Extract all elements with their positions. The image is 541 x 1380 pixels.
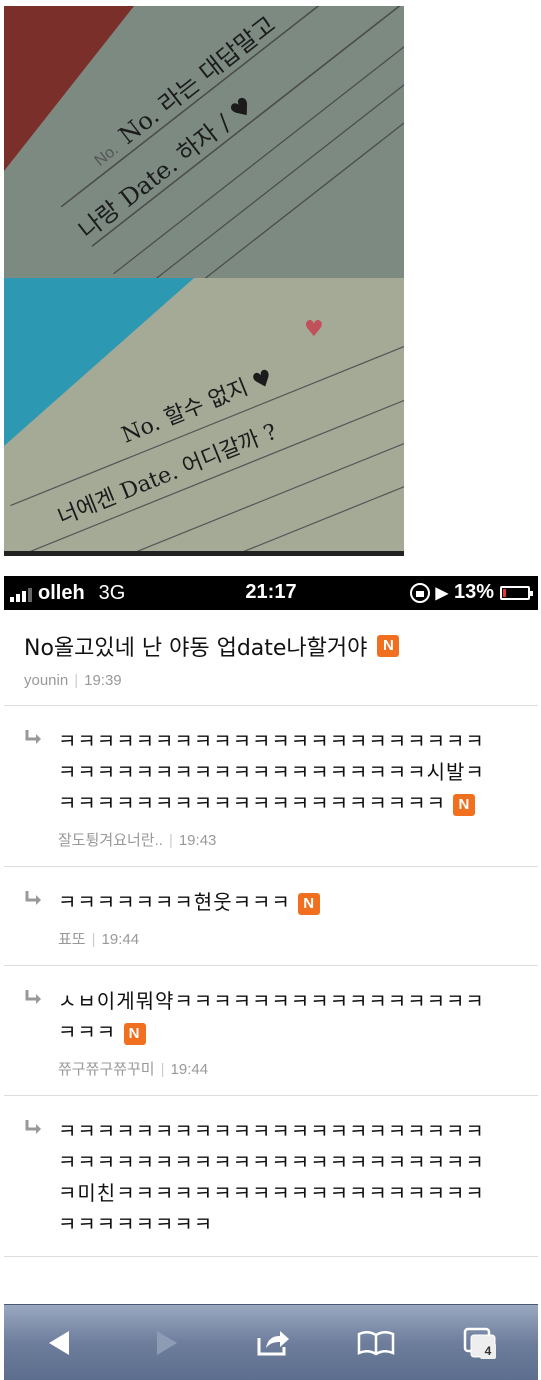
new-badge: N (377, 635, 400, 657)
reply-author[interactable]: 잘도튕겨요너란.. (58, 832, 163, 849)
post-author[interactable]: younin (24, 672, 68, 689)
reply-author[interactable]: 표또 (58, 931, 86, 948)
tabs-button[interactable]: 4 (460, 1323, 500, 1363)
reply-text: ㅋㅋㅋㅋㅋㅋㅋㅋㅋㅋㅋㅋㅋㅋㅋㅋㅋㅋㅋㅋㅋㅋㅋㅋㅋㅋㅋㅋㅋㅋㅋㅋㅋㅋㅋㅋㅋㅋㅋㅋ… (58, 729, 485, 815)
battery-percent: 13% (453, 581, 494, 603)
reply-time: 19:44 (170, 1061, 209, 1078)
share-button[interactable] (254, 1323, 294, 1363)
reply-author[interactable]: 쮸구쮸구쮸꾸미 (58, 1061, 155, 1078)
reply-arrow-icon (25, 1120, 41, 1134)
original-post: No올고있네 난 야동 업date나할거야 N younin | 19:39 (4, 610, 538, 706)
post-title: No올고있네 난 야동 업date나할거야 (24, 636, 368, 661)
reply-arrow-icon (25, 990, 41, 1004)
status-bar: olleh 3G 21:17 ▶ 13% (4, 576, 538, 610)
bookmarks-button[interactable] (356, 1323, 396, 1363)
tab-count: 4 (480, 1343, 496, 1359)
new-badge: N (453, 793, 476, 816)
reply-item: ㅋㅋㅋㅋㅋㅋㅋㅋㅋㅋㅋㅋㅋㅋㅋㅋㅋㅋㅋㅋㅋㅋㅋㅋㅋㅋㅋㅋㅋㅋㅋㅋㅋㅋㅋㅋㅋㅋㅋㅋ… (4, 1096, 538, 1257)
reply-time: 19:44 (101, 931, 140, 948)
orientation-lock-icon (409, 582, 430, 603)
new-badge: N (298, 892, 321, 915)
reply-text: ㅋㅋㅋㅋㅋㅋㅋ현웃ㅋㅋㅋ (58, 890, 291, 914)
battery-icon (500, 585, 533, 600)
forward-button[interactable] (146, 1323, 186, 1363)
heart-icon: ♥ (304, 317, 324, 342)
safari-toolbar: 4 (4, 1304, 538, 1380)
reply-item: ㅅㅂ이게뭐약ㅋㅋㅋㅋㅋㅋㅋㅋㅋㅋㅋㅋㅋㅋㅋㅋㅋㅋㅋ N 쮸구쮸구쮸꾸미 | 19:4… (4, 966, 538, 1096)
reply-time: 19:43 (178, 832, 217, 849)
reply-arrow-icon (25, 891, 41, 905)
reply-text: ㅅㅂ이게뭐약ㅋㅋㅋㅋㅋㅋㅋㅋㅋㅋㅋㅋㅋㅋㅋㅋㅋㅋㅋ (58, 989, 485, 1044)
back-button[interactable] (40, 1323, 80, 1363)
new-badge: N (123, 1022, 146, 1045)
play-icon: ▶ (435, 584, 448, 602)
forward-arrow-icon (157, 1331, 177, 1355)
reply-text: ㅋㅋㅋㅋㅋㅋㅋㅋㅋㅋㅋㅋㅋㅋㅋㅋㅋㅋㅋㅋㅋㅋㅋㅋㅋㅋㅋㅋㅋㅋㅋㅋㅋㅋㅋㅋㅋㅋㅋㅋ… (58, 1119, 485, 1236)
comment-thread[interactable]: No올고있네 난 야동 업date나할거야 N younin | 19:39 ㅋㅋㅋ… (4, 610, 538, 1304)
post-time: 19:39 (84, 672, 122, 689)
back-arrow-icon (49, 1331, 69, 1355)
reply-item: ㅋㅋㅋㅋㅋㅋㅋㅋㅋㅋㅋㅋㅋㅋㅋㅋㅋㅋㅋㅋㅋㅋㅋㅋㅋㅋㅋㅋㅋㅋㅋㅋㅋㅋㅋㅋㅋㅋㅋㅋ… (4, 706, 538, 867)
reply-arrow-icon (25, 730, 41, 744)
share-icon (257, 1331, 289, 1356)
reply-item: ㅋㅋㅋㅋㅋㅋㅋ현웃ㅋㅋㅋ N 표또 | 19:44 (4, 867, 538, 966)
bookmarks-icon (357, 1331, 395, 1356)
note-cards-photo: No. No. 라는 대답말고 나랑 Date. 하자 / ♥ No. 할수 없… (4, 6, 404, 556)
